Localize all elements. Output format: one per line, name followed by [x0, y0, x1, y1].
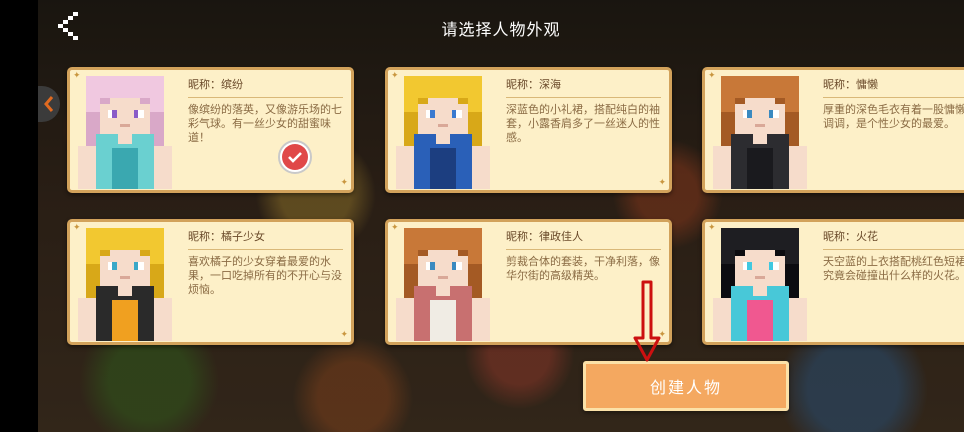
- character-nickname: 昵称：律政佳人: [506, 226, 661, 250]
- corner-ornament: ✦: [340, 178, 348, 188]
- character-avatar-image: [72, 224, 178, 341]
- character-avatar-image: [707, 72, 813, 189]
- character-info: 昵称：火花 天空蓝的上衣搭配桃红色短裙，究竟会碰撞出什么样的火花。: [823, 226, 964, 283]
- character-card[interactable]: 昵称：火花 天空蓝的上衣搭配桃红色短裙，究竟会碰撞出什么样的火花。 ✦ ✦: [702, 219, 964, 345]
- character-nickname: 昵称：缤纷: [188, 74, 343, 98]
- corner-ornament: ✦: [708, 223, 716, 233]
- character-avatar: [707, 72, 813, 189]
- character-avatar-image: [390, 224, 496, 341]
- character-avatar: [72, 72, 178, 189]
- character-info: 昵称：律政佳人 剪裁合体的套装，干净利落，像华尔街的高级精英。: [506, 226, 661, 283]
- character-avatar: [390, 72, 496, 189]
- create-character-button[interactable]: 创建人物: [583, 361, 789, 411]
- character-avatar-image: [72, 72, 178, 189]
- character-description: 剪裁合体的套装，干净利落，像华尔街的高级精英。: [506, 255, 660, 282]
- selected-check-badge: [278, 140, 312, 174]
- top-bar: 请选择人物外观: [38, 0, 964, 52]
- corner-ornament: ✦: [73, 223, 81, 233]
- character-description: 厚重的深色毛衣有着一股慵懒的调调，是个性少女的最爱。: [823, 103, 964, 130]
- character-avatar-image: [390, 72, 496, 189]
- character-description: 天空蓝的上衣搭配桃红色短裙，究竟会碰撞出什么样的火花。: [823, 255, 964, 282]
- down-arrow-icon: [633, 280, 661, 362]
- character-avatar-image: [707, 224, 813, 341]
- character-info: 昵称：缤纷 像缤纷的落英，又像游乐场的七彩气球。有一丝少女的甜蜜味道！: [188, 74, 343, 145]
- corner-ornament: ✦: [391, 223, 399, 233]
- character-card[interactable]: 昵称：橘子少女 喜欢橘子的少女穿着最爱的水果，一口吃掉所有的不开心与没烦恼。 ✦…: [67, 219, 354, 345]
- character-description: 深蓝色的小礼裙，搭配纯白的袖套，小露香肩多了一丝迷人的性感。: [506, 103, 660, 144]
- character-info: 昵称：慵懒 厚重的深色毛衣有着一股慵懒的调调，是个性少女的最爱。: [823, 74, 964, 131]
- character-nickname: 昵称：深海: [506, 74, 661, 98]
- page-title: 请选择人物外观: [441, 20, 561, 39]
- corner-ornament: ✦: [708, 71, 716, 81]
- character-card[interactable]: 昵称：慵懒 厚重的深色毛衣有着一股慵懒的调调，是个性少女的最爱。 ✦ ✦: [702, 67, 964, 193]
- character-avatar: [390, 224, 496, 341]
- side-pull-tab[interactable]: [38, 86, 60, 122]
- character-info: 昵称：深海 深蓝色的小礼裙，搭配纯白的袖套，小露香肩多了一丝迷人的性感。: [506, 74, 661, 145]
- character-nickname: 昵称：橘子少女: [188, 226, 343, 250]
- corner-ornament: ✦: [658, 178, 666, 188]
- character-description: 喜欢橘子的少女穿着最爱的水果，一口吃掉所有的不开心与没烦恼。: [188, 255, 342, 296]
- character-description: 像缤纷的落英，又像游乐场的七彩气球。有一丝少女的甜蜜味道！: [188, 103, 342, 144]
- check-icon: [288, 152, 302, 163]
- character-nickname: 昵称：慵懒: [823, 74, 964, 98]
- corner-ornament: ✦: [340, 330, 348, 340]
- character-avatar: [72, 224, 178, 341]
- character-info: 昵称：橘子少女 喜欢橘子的少女穿着最爱的水果，一口吃掉所有的不开心与没烦恼。: [188, 226, 343, 297]
- character-card[interactable]: 昵称：缤纷 像缤纷的落英，又像游乐场的七彩气球。有一丝少女的甜蜜味道！ ✦ ✦: [67, 67, 354, 193]
- pull-tab-icon: [44, 96, 54, 112]
- character-avatar: [707, 224, 813, 341]
- character-card[interactable]: 昵称：深海 深蓝色的小礼裙，搭配纯白的袖套，小露香肩多了一丝迷人的性感。 ✦ ✦: [385, 67, 672, 193]
- character-card[interactable]: 昵称：律政佳人 剪裁合体的套装，干净利落，像华尔街的高级精英。 ✦ ✦: [385, 219, 672, 345]
- game-screen: 请选择人物外观 昵称：缤纷 像缤纷的落英，又像游乐场的七彩气球。有一丝少女的甜蜜…: [38, 0, 964, 432]
- character-nickname: 昵称：火花: [823, 226, 964, 250]
- corner-ornament: ✦: [391, 71, 399, 81]
- corner-ornament: ✦: [73, 71, 81, 81]
